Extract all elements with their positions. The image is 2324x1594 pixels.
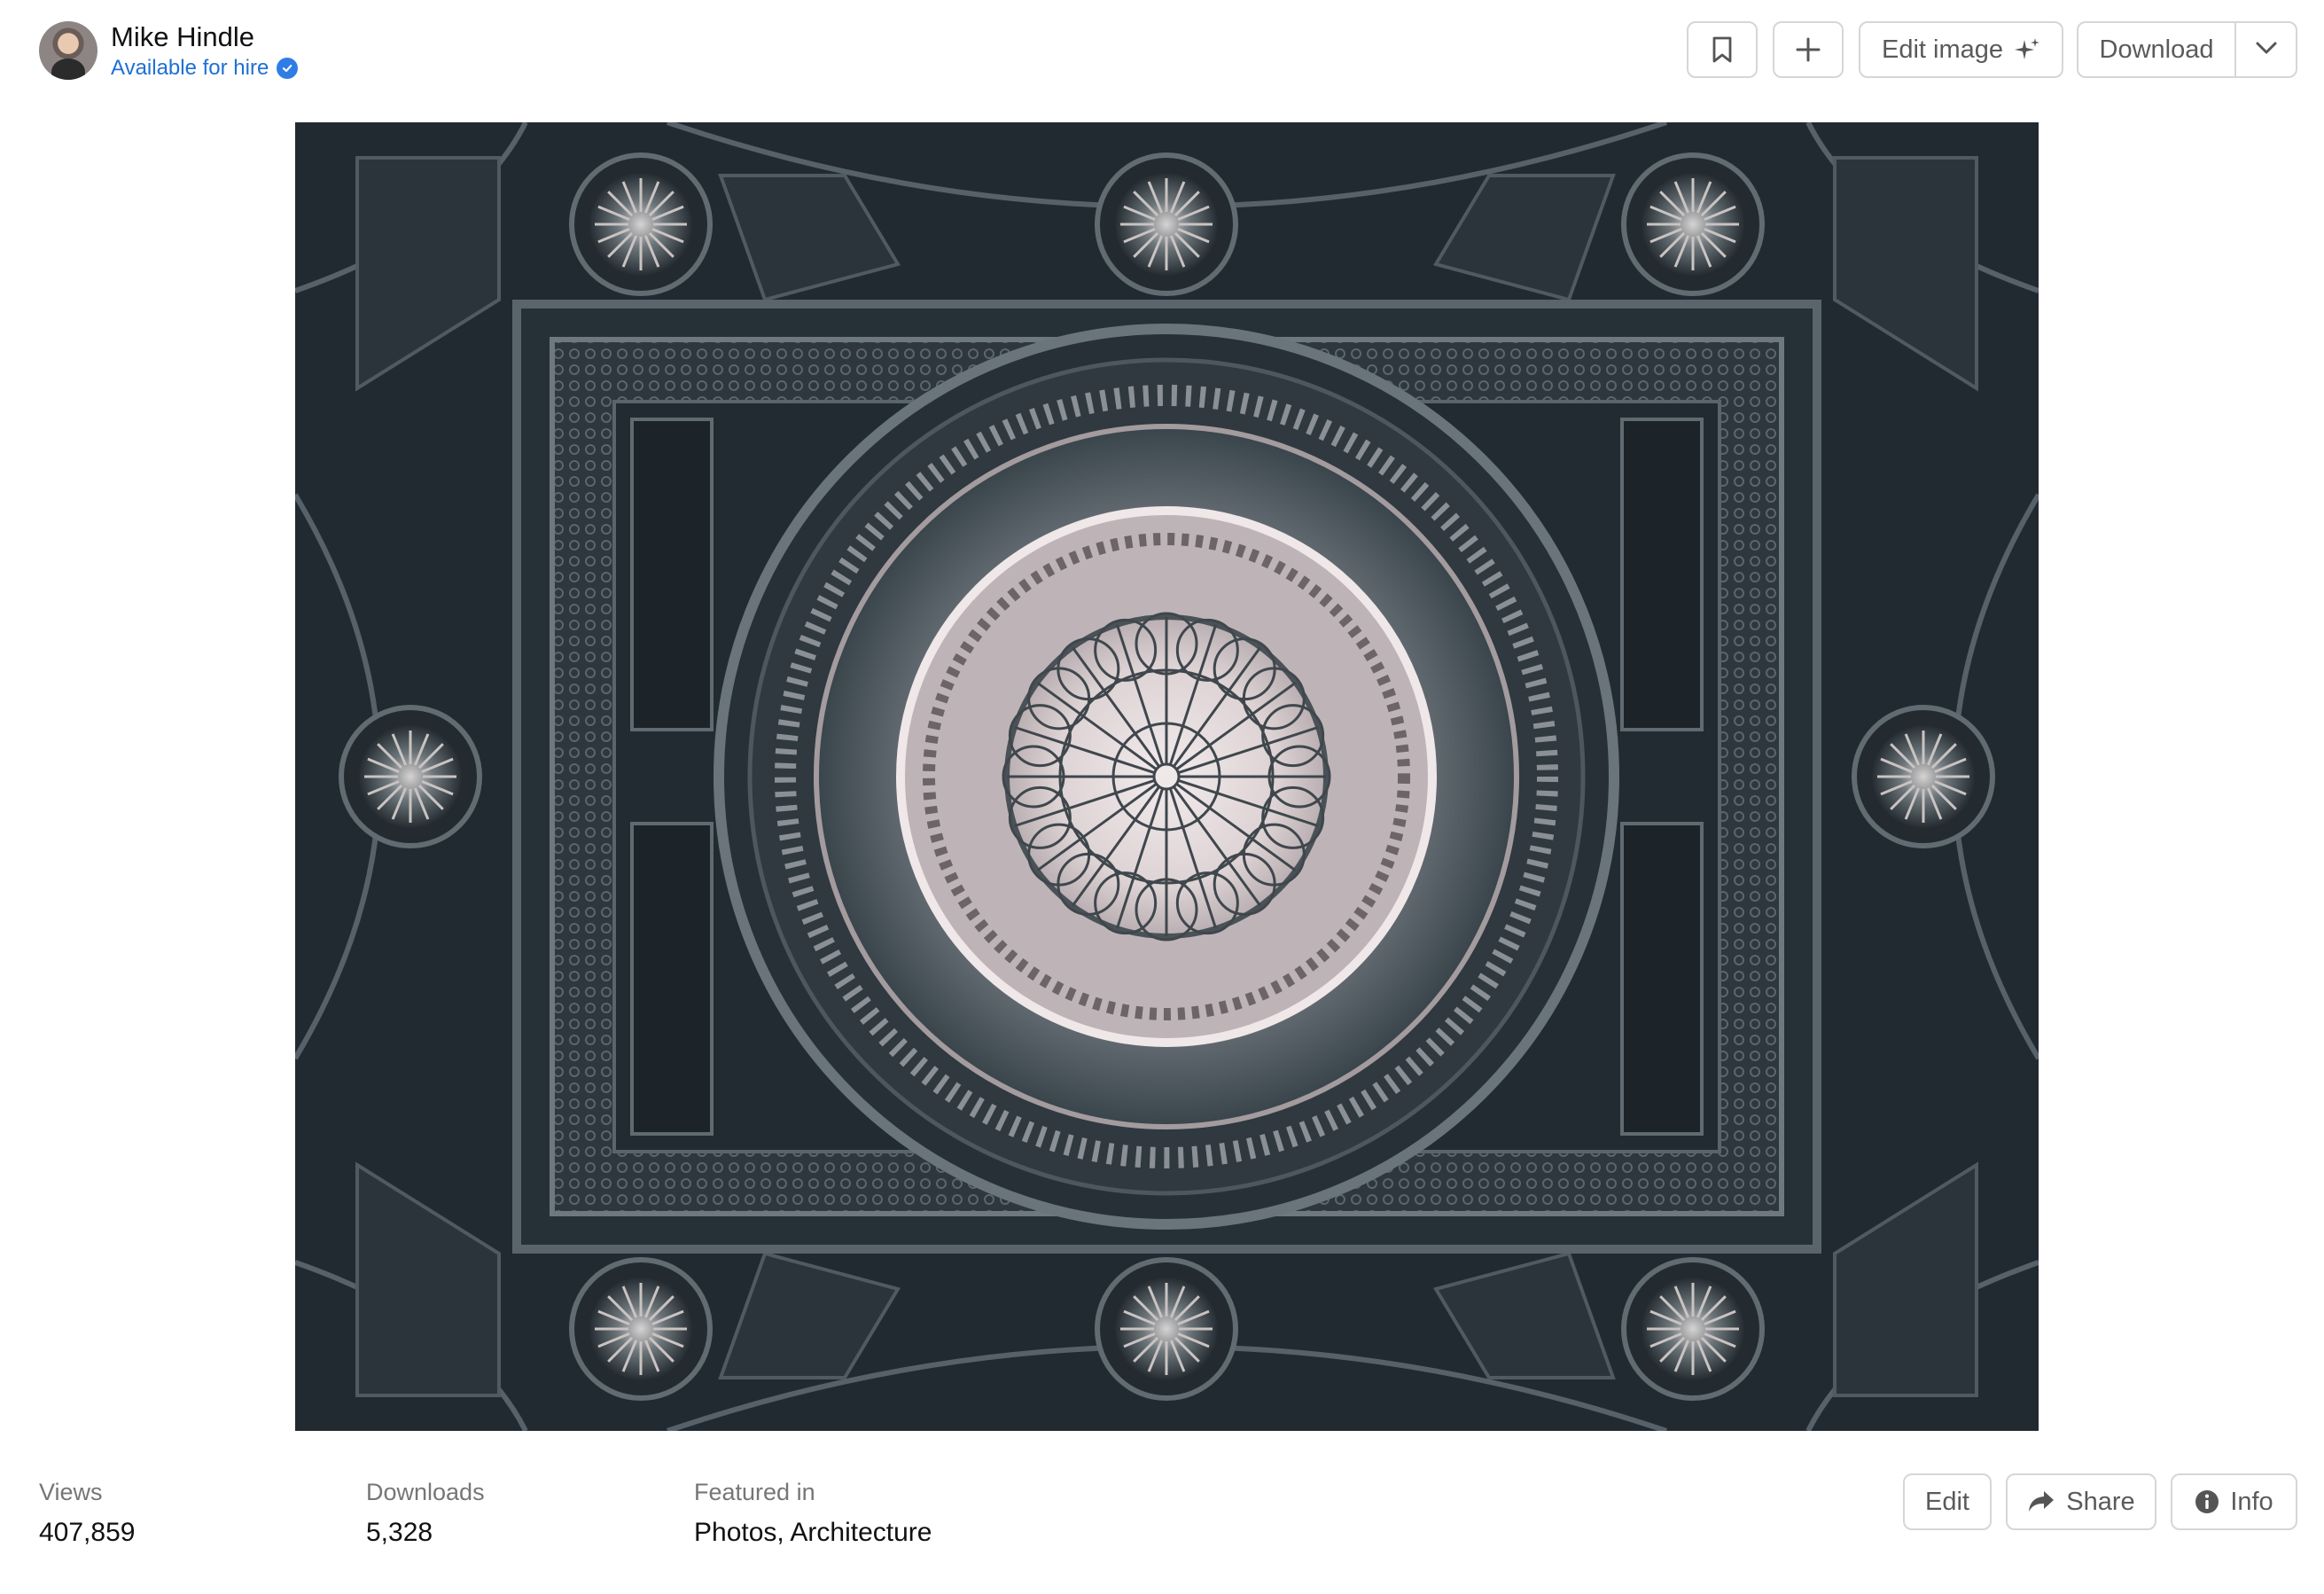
author-name[interactable]: Mike Hindle [111, 20, 298, 55]
bookmark-icon [1711, 35, 1734, 64]
photo-header: Mike Hindle Available for hire Edit imag… [0, 0, 2324, 115]
featured-link-architecture[interactable]: Architecture [790, 1518, 932, 1547]
plus-icon [1794, 35, 1822, 64]
featured-list: Photos, Architecture [694, 1513, 932, 1552]
verified-check-icon [277, 58, 299, 79]
download-button[interactable]: Download [2078, 23, 2236, 76]
edit-button[interactable]: Edit [1903, 1473, 1992, 1530]
download-button-group: Download [2077, 21, 2297, 78]
bookmark-button[interactable] [1687, 21, 1758, 78]
author-avatar[interactable] [39, 21, 97, 80]
photo-page: Mike Hindle Available for hire Edit imag… [0, 0, 2324, 1594]
info-label: Info [2230, 1487, 2273, 1516]
featured-label: Featured in [694, 1479, 815, 1505]
downloads-value: 5,328 [366, 1518, 433, 1547]
featured-separator: , [776, 1518, 791, 1547]
hire-status[interactable]: Available for hire [111, 55, 299, 82]
views-value: 407,859 [39, 1518, 136, 1547]
share-arrow-icon [2027, 1489, 2055, 1514]
edit-label: Edit [1925, 1487, 1969, 1516]
author-text: Mike Hindle Available for hire [111, 20, 299, 82]
author-block: Mike Hindle Available for hire [39, 20, 299, 82]
edit-image-button[interactable]: Edit image [1859, 21, 2063, 78]
downloads-label: Downloads [366, 1479, 485, 1505]
download-options-button[interactable] [2236, 23, 2296, 76]
info-button[interactable]: Info [2171, 1473, 2297, 1530]
ceiling-photo-illustration [295, 122, 2039, 1431]
featured-stat: Featured in Photos, Architecture [694, 1476, 932, 1552]
info-icon [2195, 1489, 2219, 1514]
sparkle-icon [2014, 36, 2040, 63]
views-stat: Views 407,859 [39, 1476, 135, 1552]
edit-image-label: Edit image [1881, 35, 2003, 64]
downloads-stat: Downloads 5,328 [366, 1476, 485, 1552]
views-label: Views [39, 1479, 103, 1505]
hire-status-label: Available for hire [111, 56, 269, 80]
chevron-down-icon [2255, 41, 2278, 59]
featured-link-photos[interactable]: Photos [694, 1518, 776, 1547]
add-to-collection-button[interactable] [1773, 21, 1844, 78]
main-photo[interactable] [295, 122, 2039, 1431]
share-button[interactable]: Share [2006, 1473, 2156, 1530]
share-label: Share [2066, 1487, 2135, 1516]
